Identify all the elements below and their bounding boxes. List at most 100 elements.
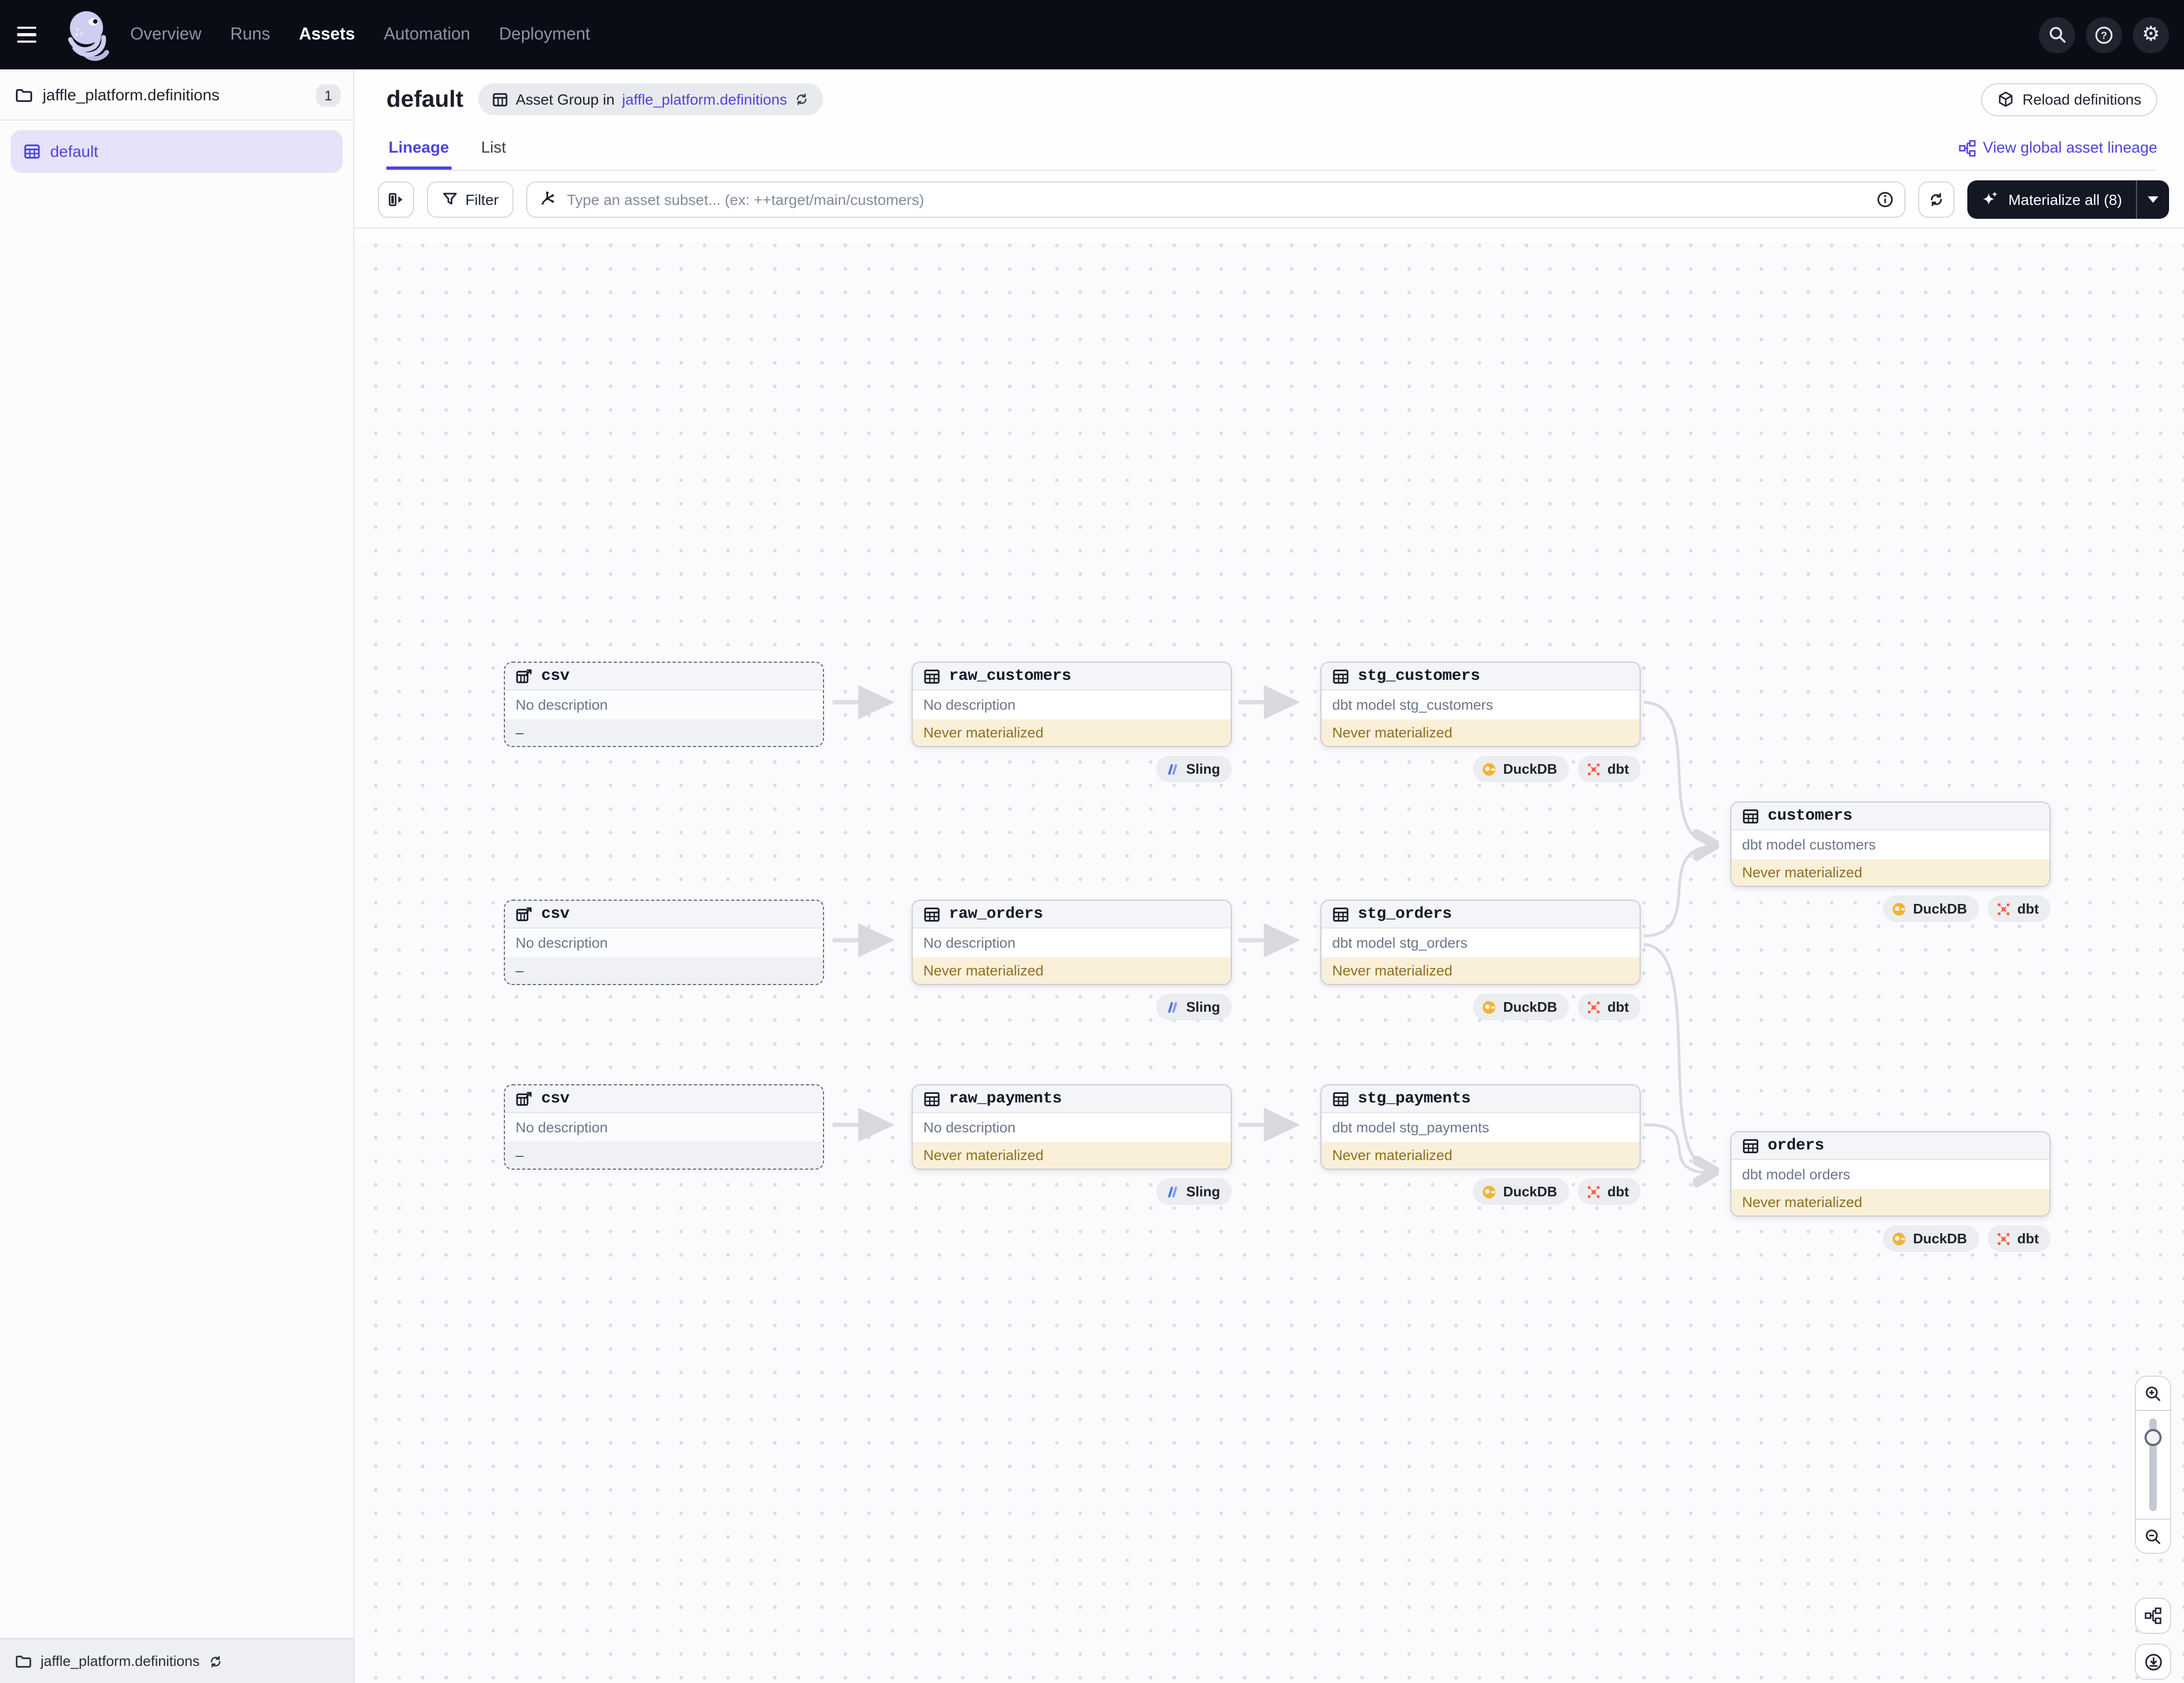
table-icon <box>1332 906 1349 923</box>
hamburger-menu-icon[interactable] <box>17 17 53 53</box>
asset-status: – <box>505 957 823 984</box>
filter-button[interactable]: Filter <box>427 181 513 217</box>
dbt-icon <box>1586 1184 1601 1199</box>
sidebar: jaffle_platform.definitions 1 default j <box>0 69 354 1683</box>
repo-count-badge: 1 <box>316 84 341 107</box>
asset-description: dbt model stg_payments <box>1322 1113 1640 1142</box>
asset-description: No description <box>913 1113 1231 1142</box>
tag-duckdb[interactable]: DuckDB <box>1883 895 1979 922</box>
asset-status: Never materialized <box>1731 859 2050 886</box>
tag-dbt[interactable]: dbt <box>1988 895 2051 922</box>
reload-definitions-button[interactable]: Reload definitions <box>1981 83 2157 116</box>
view-global-lineage-link[interactable]: View global asset lineage <box>1958 140 2157 170</box>
info-icon[interactable] <box>1877 190 1894 208</box>
tag-dbt[interactable]: dbt <box>1578 1178 1641 1205</box>
app-root: Overview Runs Assets Automation Deployme… <box>0 0 2184 1683</box>
asset-node-csv-2[interactable]: csv No description – <box>504 900 824 985</box>
asset-node-stg-payments[interactable]: stg_payments dbt model stg_payments Neve… <box>1320 1084 1641 1205</box>
gear-icon: ⚙ <box>2142 25 2160 45</box>
tag-duckdb[interactable]: DuckDB <box>1473 756 1569 782</box>
tab-list[interactable]: List <box>479 139 508 170</box>
asset-title: customers <box>1768 807 1852 825</box>
materialize-all-button[interactable]: Materialize all (8) <box>1968 180 2169 218</box>
tag-dbt[interactable]: dbt <box>1988 1225 2051 1252</box>
asset-description: dbt model customers <box>1731 830 2050 859</box>
lineage-canvas[interactable]: csv No description – <box>354 242 2184 1683</box>
nav-item-overview[interactable]: Overview <box>130 25 201 44</box>
dbt-icon <box>1586 999 1601 1014</box>
page-title: default <box>386 85 463 113</box>
tag-sling[interactable]: Sling <box>1156 994 1232 1020</box>
search-button[interactable] <box>2039 17 2075 53</box>
nav-item-assets[interactable]: Assets <box>299 25 355 44</box>
asset-description: No description <box>505 690 823 719</box>
settings-button[interactable]: ⚙ <box>2133 17 2169 53</box>
zoom-slider-thumb[interactable] <box>2145 1429 2162 1446</box>
sidebar-repo-row[interactable]: jaffle_platform.definitions 1 <box>0 69 353 120</box>
asset-node-orders[interactable]: orders dbt model orders Never materializ… <box>1730 1131 2051 1252</box>
dbt-icon <box>1586 761 1601 776</box>
asset-subset-input[interactable] <box>565 189 1869 209</box>
materialize-dropdown-button[interactable] <box>2137 180 2169 218</box>
tag-dbt[interactable]: dbt <box>1578 756 1641 782</box>
repo-label: jaffle_platform.definitions <box>43 86 306 105</box>
asset-node-raw-orders[interactable]: raw_orders No description Never material… <box>912 900 1232 1020</box>
asset-node-raw-customers[interactable]: raw_customers No description Never mater… <box>912 662 1232 782</box>
table-icon <box>923 1090 940 1107</box>
asset-title: raw_payments <box>949 1090 1062 1108</box>
nav-icon-group: ? ⚙ <box>2039 17 2169 53</box>
nav-item-runs[interactable]: Runs <box>230 25 270 44</box>
sling-icon <box>1165 761 1180 776</box>
asset-node-stg-customers[interactable]: stg_customers dbt model stg_customers Ne… <box>1320 662 1641 782</box>
sidebar-item-default[interactable]: default <box>11 130 343 173</box>
asset-title: csv <box>541 1090 569 1108</box>
tag-duckdb[interactable]: DuckDB <box>1473 1178 1569 1205</box>
download-image-button[interactable] <box>2135 1644 2171 1680</box>
asset-selection-icon <box>538 190 556 208</box>
asset-node-raw-payments[interactable]: raw_payments No description Never materi… <box>912 1084 1232 1205</box>
relayout-graph-button[interactable] <box>2135 1598 2171 1634</box>
duckdb-icon <box>1892 901 1906 916</box>
duckdb-icon <box>1482 999 1497 1014</box>
asset-node-csv-1[interactable]: csv No description – <box>504 662 824 747</box>
reload-cube-icon <box>1997 91 2014 108</box>
refresh-button[interactable] <box>1919 181 1955 217</box>
tab-lineage[interactable]: Lineage <box>386 139 451 170</box>
asset-node-csv-3[interactable]: csv No description – <box>504 1084 824 1170</box>
nav-item-automation[interactable]: Automation <box>384 25 470 44</box>
asset-group-icon <box>492 91 508 107</box>
tag-duckdb[interactable]: DuckDB <box>1473 994 1569 1020</box>
help-button[interactable]: ? <box>2086 17 2122 53</box>
sidebar-footer: jaffle_platform.definitions <box>0 1638 353 1683</box>
zoom-slider[interactable] <box>2136 1410 2170 1520</box>
zoom-out-button[interactable] <box>2136 1520 2170 1553</box>
footer-repo-label: jaffle_platform.definitions <box>41 1653 200 1669</box>
badge-prefix: Asset Group in <box>516 91 614 108</box>
asset-node-customers[interactable]: customers dbt model customers Never mate… <box>1730 801 2051 922</box>
tag-duckdb[interactable]: DuckDB <box>1883 1225 1979 1252</box>
tag-sling[interactable]: Sling <box>1156 1178 1232 1205</box>
sync-icon[interactable] <box>795 92 810 107</box>
main-panel: default Asset Group in jaffle_platform.d… <box>354 69 2184 1683</box>
lineage-graph-icon <box>2145 1607 2162 1624</box>
open-panel-button[interactable] <box>378 181 414 217</box>
asset-title: stg_orders <box>1358 905 1452 923</box>
asset-group-badge: Asset Group in jaffle_platform.definitio… <box>478 83 823 115</box>
asset-node-stg-orders[interactable]: stg_orders dbt model stg_orders Never ma… <box>1320 900 1641 1020</box>
tag-sling[interactable]: Sling <box>1156 756 1232 782</box>
zoom-in-icon <box>2145 1385 2162 1402</box>
dbt-icon <box>1996 901 2011 916</box>
zoom-control <box>2135 1376 2171 1554</box>
sync-icon[interactable] <box>208 1654 223 1669</box>
table-icon <box>1742 1137 1759 1154</box>
asset-status: Never materialized <box>1322 719 1640 746</box>
source-table-icon <box>516 906 533 923</box>
sidebar-divider <box>0 120 353 121</box>
tag-dbt[interactable]: dbt <box>1578 994 1641 1020</box>
zoom-in-button[interactable] <box>2136 1377 2170 1410</box>
asset-description: dbt model stg_orders <box>1322 928 1640 957</box>
dagster-logo[interactable] <box>64 7 111 62</box>
nav-item-deployment[interactable]: Deployment <box>499 25 590 44</box>
table-icon <box>1332 1090 1349 1107</box>
badge-repo-link[interactable]: jaffle_platform.definitions <box>622 91 787 108</box>
